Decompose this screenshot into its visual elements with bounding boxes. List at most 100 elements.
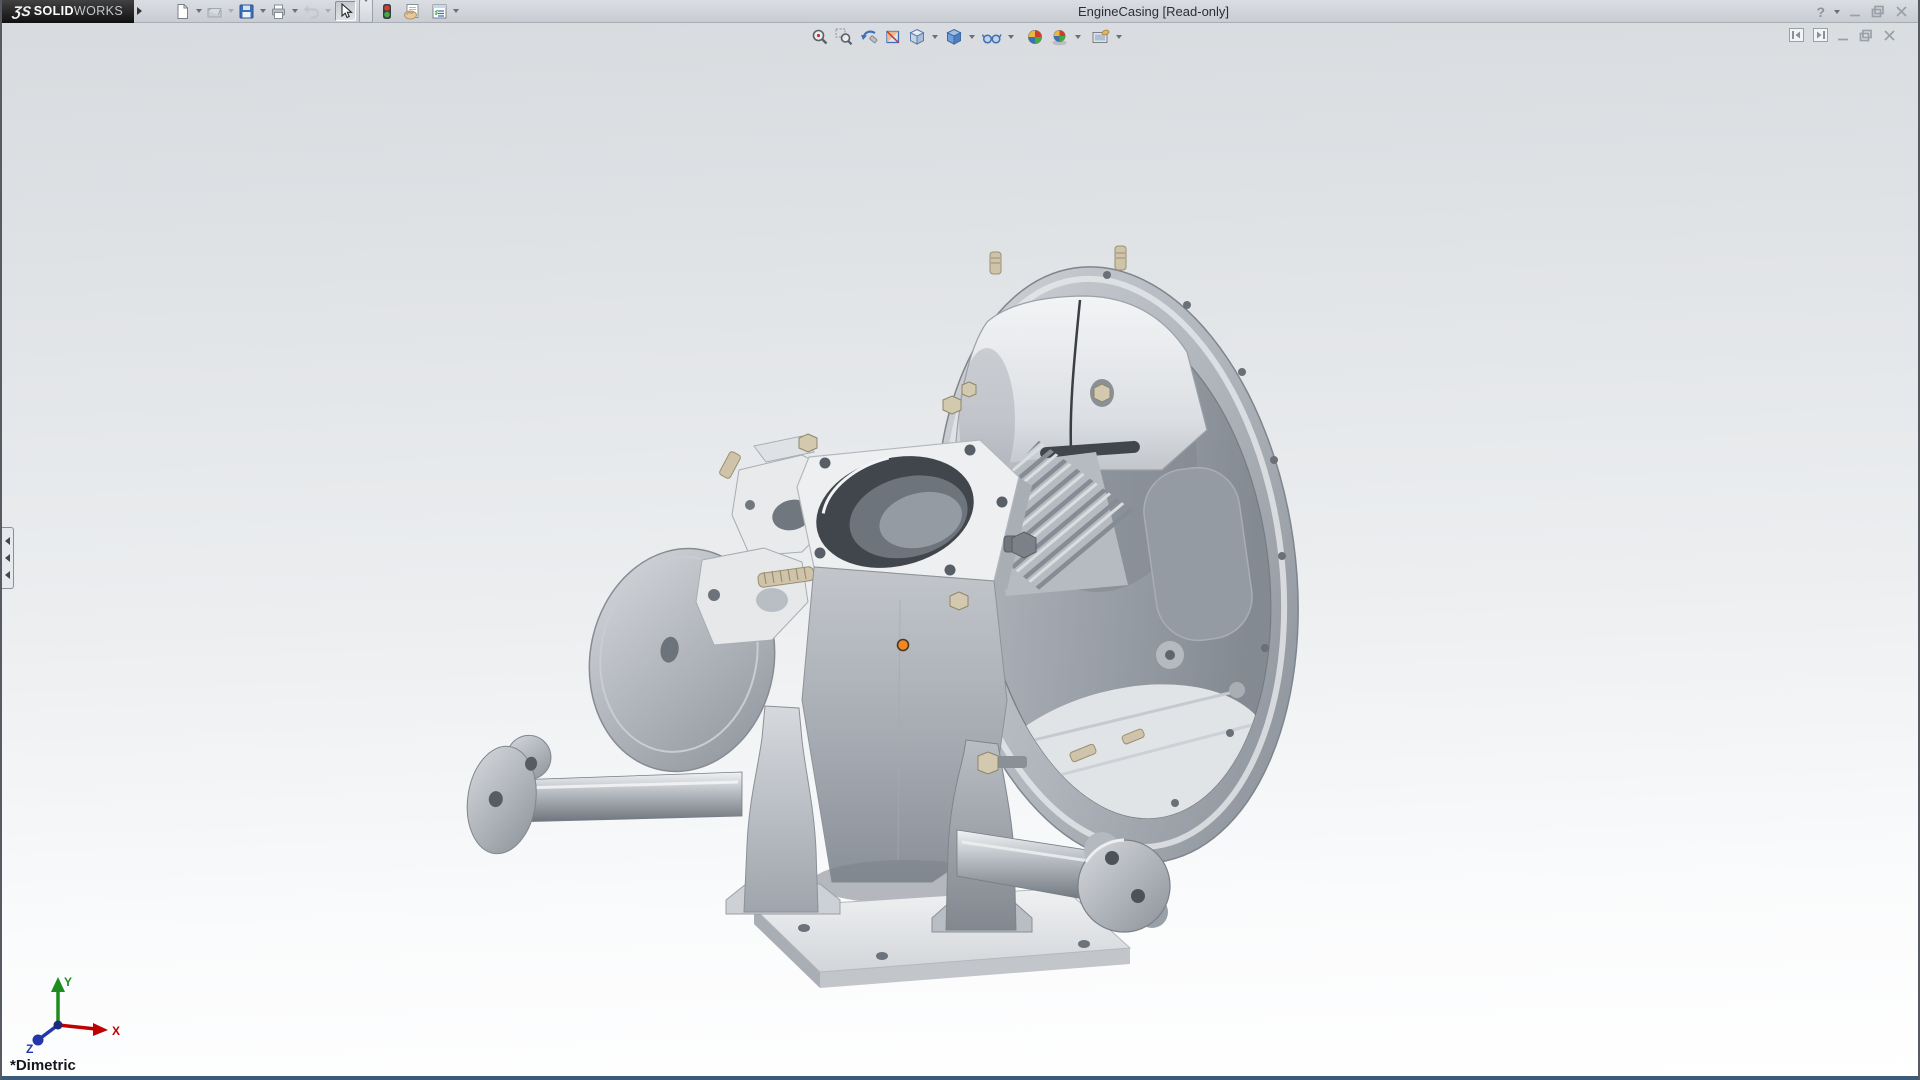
- view-orientation-caret[interactable]: [932, 35, 938, 39]
- cylinder-top-face: [797, 440, 1019, 581]
- close-document-icon[interactable]: [1883, 29, 1896, 42]
- select-arrow-icon: [338, 3, 353, 19]
- apply-scene-caret[interactable]: [1075, 35, 1081, 39]
- base-plate: [754, 888, 1130, 988]
- feature-tree-collapsed-splitter[interactable]: [2, 527, 14, 589]
- rebuild-traffic-light-button[interactable]: [381, 3, 393, 20]
- display-style-button[interactable]: [945, 28, 963, 46]
- flywheel-housing: [899, 243, 1335, 902]
- top-studs: [990, 246, 1126, 274]
- logo-mark: ƷS: [12, 3, 32, 19]
- save-button[interactable]: [238, 3, 255, 20]
- heads-up-view-toolbar: [808, 27, 1126, 47]
- options-button[interactable]: [431, 3, 448, 20]
- restore-document-icon[interactable]: [1859, 29, 1874, 42]
- save-dropdown-caret[interactable]: [260, 9, 266, 13]
- cylinder-bore: [804, 440, 985, 584]
- view-orientation-icon: [908, 28, 926, 46]
- collapse-feature-pane-button[interactable]: [1789, 28, 1804, 42]
- bore-bolt-holes: [815, 445, 1008, 576]
- zoom-to-fit-icon: [811, 28, 829, 46]
- undo-icon: [302, 3, 320, 20]
- edit-appearance-button[interactable]: [1026, 28, 1044, 46]
- fan-shroud-dome: [954, 296, 1207, 492]
- open-button[interactable]: [206, 3, 223, 20]
- zoom-to-fit-button[interactable]: [811, 28, 829, 46]
- splitter-arrow-icon: [5, 554, 10, 562]
- splitter-arrow-icon: [5, 571, 10, 579]
- y-axis-label: Y: [64, 975, 72, 989]
- previous-view-icon: [859, 28, 878, 46]
- print-icon: [270, 3, 287, 20]
- engine-casing-model[interactable]: [2, 0, 1920, 1080]
- shroud-slot: [1040, 441, 1141, 460]
- right-shaft: [957, 830, 1170, 932]
- new-dropdown-caret[interactable]: [196, 9, 202, 13]
- zoom-to-area-icon: [835, 28, 853, 46]
- z-axis-arrow: [33, 1035, 44, 1046]
- section-view-button[interactable]: [884, 28, 902, 46]
- logo-brand-light: WORKS: [74, 4, 123, 18]
- print-dropdown-caret[interactable]: [292, 9, 298, 13]
- panel-expand-right-icon: [1815, 30, 1826, 40]
- z-axis-label: Z: [26, 1042, 33, 1056]
- left-pedestal: [726, 706, 840, 914]
- lower-gasket: [696, 548, 815, 645]
- close-window-icon[interactable]: [1895, 5, 1908, 18]
- solidworks-window: ƷS SOLID WORKS: [0, 0, 1920, 1080]
- file-properties-button[interactable]: [403, 3, 421, 20]
- help-dropdown-caret[interactable]: [1834, 10, 1840, 14]
- right-pedestal: [932, 740, 1032, 932]
- traffic-light-icon: [381, 3, 393, 20]
- shroud-bolt: [1090, 379, 1114, 407]
- x-axis-arrow: [93, 1023, 108, 1036]
- select-tool-button[interactable]: [335, 1, 356, 21]
- view-settings-button[interactable]: [1091, 28, 1110, 46]
- help-button[interactable]: ?: [1816, 4, 1825, 20]
- open-icon: [206, 3, 223, 20]
- hide-show-items-button[interactable]: [982, 28, 1002, 46]
- shelf-studs: [1069, 728, 1145, 762]
- options-dropdown-caret[interactable]: [453, 9, 459, 13]
- base-holes: [798, 910, 1090, 960]
- zoom-to-area-button[interactable]: [835, 28, 853, 46]
- select-dropdown-button[interactable]: [359, 0, 373, 23]
- view-orientation-label: *Dimetric: [10, 1057, 76, 1074]
- splitter-arrow-icon: [5, 537, 10, 545]
- main-toolbar: [174, 0, 463, 23]
- minimize-document-icon[interactable]: [1837, 29, 1850, 42]
- block-front-face: [802, 567, 1007, 882]
- save-icon: [238, 3, 255, 20]
- origin-marker: [898, 640, 909, 651]
- print-button[interactable]: [270, 3, 287, 20]
- new-document-icon: [174, 3, 191, 20]
- restore-window-icon[interactable]: [1871, 5, 1886, 18]
- right-shaft-flange: [1078, 832, 1170, 932]
- expand-feature-pane-button[interactable]: [1813, 28, 1828, 42]
- view-settings-caret[interactable]: [1116, 35, 1122, 39]
- hide-show-items-caret[interactable]: [1008, 35, 1014, 39]
- crankcase-block: [797, 396, 1146, 882]
- previous-view-button[interactable]: [859, 28, 878, 46]
- minimize-window-icon[interactable]: [1849, 5, 1862, 18]
- display-style-caret[interactable]: [969, 35, 975, 39]
- new-document-button[interactable]: [174, 3, 191, 20]
- hide-show-items-icon: [982, 28, 1002, 46]
- triad-origin: [54, 1021, 63, 1030]
- section-view-icon: [884, 28, 902, 46]
- view-orientation-button[interactable]: [908, 28, 926, 46]
- shroud-bolt-left: [962, 382, 976, 397]
- file-properties-icon: [403, 3, 421, 20]
- undo-dropdown-caret[interactable]: [325, 9, 331, 13]
- menu-expand-arrow-icon[interactable]: [137, 7, 142, 15]
- cooling-fins: [936, 411, 1146, 612]
- display-style-icon: [945, 28, 963, 46]
- apply-scene-button[interactable]: [1050, 28, 1069, 46]
- logo-brand-bold: SOLID: [34, 4, 74, 18]
- left-shaft-flange: [461, 728, 554, 860]
- threaded-stud: [757, 566, 814, 588]
- apply-scene-icon: [1050, 28, 1069, 46]
- lower-left-bolt: [978, 752, 1027, 774]
- undo-button[interactable]: [302, 3, 320, 20]
- open-dropdown-caret[interactable]: [228, 9, 234, 13]
